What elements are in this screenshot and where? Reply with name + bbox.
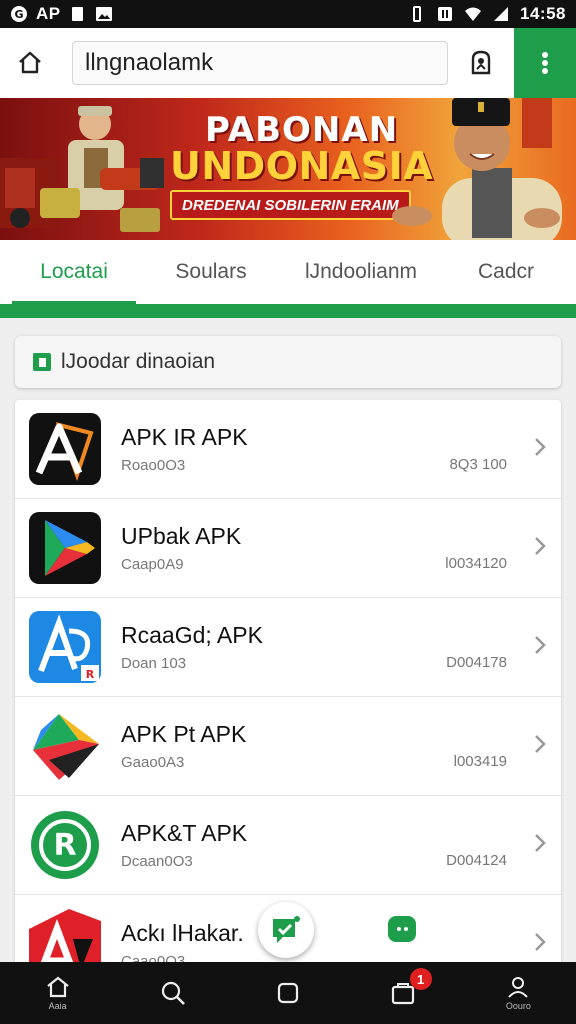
app-notification-icon: G	[11, 6, 27, 22]
app-name: UPbak APK	[121, 523, 242, 549]
chevron-right-icon	[535, 537, 546, 555]
list-item[interactable]: APK Pt APK Gaao0A3 l003419	[15, 697, 561, 796]
app-version: Gaao0A3	[121, 754, 185, 771]
app-name: APK&T APK	[121, 820, 248, 846]
app-name: APK IR APK	[121, 424, 248, 450]
list-item[interactable]: UPbak APK Caap0A9 l0034120	[15, 499, 561, 598]
signal-icon	[494, 7, 509, 21]
app-version: Doan 103	[121, 655, 187, 672]
nav-home[interactable]: Aaia	[0, 962, 115, 1024]
tab-locatai[interactable]: Locatai	[12, 240, 136, 304]
app-name: Ackı lHakar.	[121, 919, 244, 946]
vibrate-icon	[413, 6, 422, 22]
tab-soulars[interactable]: Soulars	[136, 240, 286, 304]
green-circle-r-icon: R	[29, 809, 101, 881]
app-size: D004178	[446, 654, 507, 671]
download-section-icon	[33, 353, 51, 371]
bottom-navigation: Aaia 1 Oouro	[0, 962, 576, 1024]
category-tabs: Locatai Soulars lJndoolianm Cadcr	[0, 240, 576, 304]
tab-undoolianm[interactable]: lJndoolianm	[286, 240, 436, 304]
section-header[interactable]: lJoodar dinaoian	[15, 336, 561, 388]
floating-chat-button[interactable]	[258, 902, 314, 958]
home-icon	[46, 976, 69, 998]
notification-badge: 1	[409, 968, 432, 990]
app-version: Caap0A9	[121, 556, 184, 573]
account-button[interactable]	[448, 28, 514, 98]
tab-label: Locatai	[40, 260, 108, 283]
status-bar: G AP 14:58	[0, 0, 576, 28]
chevron-right-icon	[535, 636, 546, 654]
nfc-icon	[438, 7, 453, 21]
app-size: 8Q3 100	[449, 456, 507, 473]
list-item[interactable]: APK IR APK Roao0O3 8Q3 100	[15, 400, 561, 499]
nav-downloads[interactable]: 1	[346, 962, 461, 1024]
chevron-right-icon	[535, 735, 546, 753]
chat-bubble-icon	[273, 916, 300, 943]
sd-card-icon	[71, 7, 83, 21]
svg-text:G: G	[14, 8, 23, 21]
banner-soldier-illustration	[0, 106, 164, 232]
app-name: RcaaGd; APK	[121, 622, 263, 648]
nav-label: Oouro	[505, 1001, 531, 1011]
svg-text:R: R	[86, 668, 95, 681]
app-version: Dcaan0O3	[121, 853, 193, 870]
apk-a-icon	[29, 413, 101, 485]
image-icon	[95, 7, 112, 21]
chevron-right-icon	[535, 834, 546, 852]
section-title: lJoodar dinaoian	[61, 350, 216, 373]
overflow-menu-button[interactable]	[514, 28, 576, 98]
banner-tagline: DREDENAI SOBILERIN ERAIM	[170, 190, 411, 220]
home-button[interactable]	[0, 28, 60, 98]
status-time: 14:58	[520, 4, 566, 23]
promo-banner[interactable]: PABONAN UNDONASIA DREDENAI SOBILERIN ERA…	[0, 98, 576, 240]
nav-profile[interactable]: Oouro	[461, 962, 576, 1024]
top-bar: llngnaolamk	[0, 28, 576, 98]
banner-man-illustration	[392, 98, 562, 240]
chevron-right-icon	[535, 933, 546, 951]
colorful-fold-icon	[29, 710, 101, 782]
status-left-text: AP	[36, 4, 61, 23]
profile-icon	[508, 977, 529, 998]
blue-a-icon: R	[29, 611, 101, 683]
tab-cadcr[interactable]: Cadcr	[436, 240, 576, 304]
tab-label: Cadcr	[477, 260, 535, 283]
app-name: APK Pt APK	[121, 721, 247, 747]
more-vert-icon	[542, 52, 548, 74]
nav-label: Aaia	[48, 1001, 67, 1011]
list-item[interactable]: R RcaaGd; APK Doan 103 D004178	[15, 598, 561, 697]
home-icon	[19, 51, 41, 74]
url-input[interactable]: llngnaolamk	[72, 41, 448, 85]
app-size: l0034120	[445, 555, 507, 572]
tab-label: Soulars	[175, 260, 247, 283]
search-icon	[161, 981, 185, 1005]
nav-apps[interactable]	[230, 962, 345, 1024]
list-item[interactable]: R APK&T APK Dcaan0O3 D004124	[15, 796, 561, 895]
play-triangle-icon	[29, 512, 101, 584]
chevron-right-icon	[535, 438, 546, 456]
app-size: D004124	[446, 852, 507, 869]
app-version: Roao0O3	[121, 457, 186, 474]
app-size: l003419	[453, 753, 507, 770]
svg-text:R: R	[53, 828, 76, 863]
account-icon	[471, 50, 491, 75]
wifi-icon	[465, 7, 482, 21]
tab-label: lJndoolianm	[304, 260, 418, 283]
square-icon	[277, 982, 299, 1004]
nav-search[interactable]	[115, 962, 230, 1024]
message-icon[interactable]	[388, 916, 416, 942]
url-value: llngnaolamk	[85, 49, 214, 76]
